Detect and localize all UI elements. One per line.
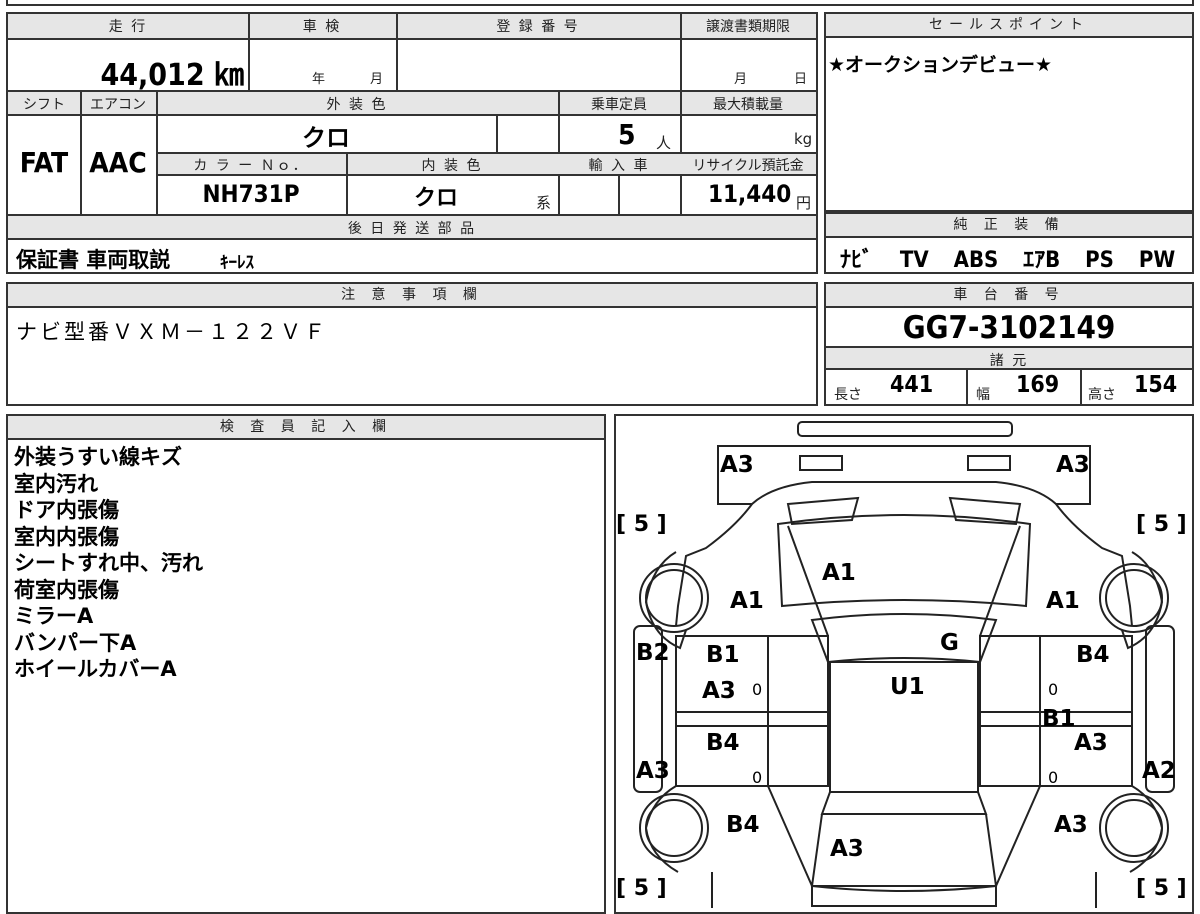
length-label: 長さ <box>834 387 862 403</box>
chassis-label: 車 台 番 号 <box>826 284 1192 308</box>
damage-mark: A3 <box>1054 812 1088 838</box>
inspector-line: ミラーA <box>14 604 94 628</box>
tire-front-left: [ 5 ] <box>616 512 667 537</box>
import-label: 輸 入 車 <box>588 158 650 174</box>
shift-label: シフト <box>23 97 65 113</box>
load-label: 最大積載量 <box>713 97 783 113</box>
car-diagram-box: A3 A3 A1 A1 A1 G B2 B1 A3 U1 B4 B1 B4 A3… <box>614 414 1194 914</box>
interior-label: 内 装 色 <box>421 158 483 174</box>
height-value: 154 <box>1134 372 1178 398</box>
color-no-value: NH731P <box>202 180 300 208</box>
equipment-label: 純 正 装 備 <box>826 214 1192 238</box>
damage-mark: A1 <box>822 560 856 586</box>
capacity-unit: 人 <box>656 134 672 152</box>
inspector-label: 検 査 員 記 入 欄 <box>8 416 604 440</box>
damage-mark: A3 <box>830 836 864 862</box>
inspector-line: 荷室内張傷 <box>14 577 119 602</box>
damage-mark: A3 <box>702 678 736 704</box>
sales-point-box: セールスポイント ★オークションデビュー★ <box>824 12 1194 212</box>
damage-mark: B1 <box>1042 706 1076 732</box>
damage-mark: A3 <box>636 758 670 784</box>
notes-box: 注 意 事 項 欄 ナビ型番ＶＸＭ－１２２ＶＦ <box>6 282 818 406</box>
damage-mark: A2 <box>1142 758 1176 784</box>
inspector-line: シートすれ中、汚れ <box>14 551 203 575</box>
inspector-line: ドア内張傷 <box>14 498 119 522</box>
tire-rear-left: [ 5 ] <box>616 876 667 901</box>
equipment-item: ABS <box>953 248 999 273</box>
equipment-item: ｴｱB <box>1023 248 1061 273</box>
inspector-line: 外装うすい線キズ <box>14 445 182 469</box>
exterior-value: クロ <box>302 124 350 152</box>
chassis-box: 車 台 番 号 GG7-3102149 諸 元 長さ 441 幅 169 高さ … <box>824 282 1194 406</box>
top-strip <box>6 0 1194 6</box>
inspector-line: 室内汚れ <box>14 471 98 496</box>
damage-mark: B2 <box>636 640 670 666</box>
capacity-value: 5 <box>618 118 636 151</box>
mileage-value: 44,012 ㎞ <box>100 58 244 93</box>
height-label: 高さ <box>1088 387 1116 403</box>
equipment-box: 純 正 装 備 ﾅﾋﾞ TV ABS ｴｱB PS PW <box>824 212 1194 274</box>
interior-value: クロ <box>413 186 458 211</box>
aircon-label: エアコン <box>90 97 146 113</box>
recycle-unit: 円 <box>796 194 812 212</box>
width-label: 幅 <box>976 387 990 403</box>
inspector-line: 室内内張傷 <box>14 524 119 549</box>
damage-mark: G <box>940 630 959 656</box>
damage-mark: A3 <box>1056 452 1090 478</box>
door-marker: 0 <box>752 768 763 787</box>
mileage-label: 走 行 <box>108 19 148 35</box>
vehicle-info-block: 走 行 車 検 登 録 番 号 譲渡書類期限 44,012 ㎞ 年 月 月 日 … <box>6 12 818 274</box>
specs-label: 諸 元 <box>989 353 1029 369</box>
shift-value: FAT <box>19 146 69 179</box>
inspection-label: 車 検 <box>302 19 342 35</box>
inspector-line: バンパー下A <box>14 630 137 655</box>
aircon-value: AAC <box>89 146 147 179</box>
capacity-label: 乗車定員 <box>591 97 647 113</box>
later-label: 後 日 発 送 部 品 <box>347 221 477 237</box>
exterior-label: 外 装 色 <box>326 97 388 113</box>
damage-mark: A3 <box>1074 730 1108 756</box>
damage-mark: B1 <box>706 642 740 668</box>
later-text: 保証書 車両取説 <box>16 248 171 272</box>
inspection-year-unit: 年 <box>312 72 326 87</box>
equipment-item: PS <box>1085 248 1114 273</box>
inspector-line: ホイールカバーA <box>14 657 177 681</box>
damage-mark: A1 <box>1046 588 1080 614</box>
door-marker: 0 <box>1048 768 1059 787</box>
equipment-item: ﾅﾋﾞ <box>840 248 874 273</box>
notes-label: 注 意 事 項 欄 <box>8 284 816 308</box>
registration-label: 登 録 番 号 <box>496 19 580 35</box>
tire-rear-right: [ 5 ] <box>1136 876 1187 901</box>
equipment-item: TV <box>899 248 929 273</box>
interior-suffix: 系 <box>536 194 552 212</box>
sales-label: セールスポイント <box>826 14 1192 38</box>
door-marker: 0 <box>1048 680 1059 699</box>
load-unit: kg <box>794 130 813 148</box>
color-no-label: カ ラ ー Ｎｏ． <box>193 158 309 174</box>
damage-mark: B4 <box>706 730 740 756</box>
inspector-box: 検 査 員 記 入 欄 外装うすい線キズ 室内汚れ ドア内張傷 室内内張傷 シー… <box>6 414 606 914</box>
transfer-day-unit: 日 <box>794 72 808 87</box>
damage-mark: U1 <box>890 674 925 700</box>
damage-mark: B4 <box>1076 642 1110 668</box>
sales-text: ★オークションデビュー★ <box>828 54 1053 76</box>
notes-text: ナビ型番ＶＸＭ－１２２ＶＦ <box>16 320 328 344</box>
tire-front-right: [ 5 ] <box>1136 512 1187 537</box>
damage-mark: B4 <box>726 812 760 838</box>
transfer-month-unit: 月 <box>734 72 748 87</box>
chassis-value: GG7-3102149 <box>902 310 1116 346</box>
door-marker: 0 <box>752 680 763 699</box>
equipment-item: PW <box>1138 248 1176 273</box>
width-value: 169 <box>1016 372 1060 398</box>
later-small: ｷｰﾚｽ <box>220 253 254 273</box>
recycle-label: リサイクル預託金 <box>692 158 804 174</box>
inspection-month-unit: 月 <box>370 72 384 87</box>
recycle-value: 11,440 <box>708 180 792 208</box>
length-value: 441 <box>890 372 934 398</box>
damage-mark: A1 <box>730 588 764 614</box>
damage-mark: A3 <box>720 452 754 478</box>
transfer-label: 譲渡書類期限 <box>706 19 790 35</box>
